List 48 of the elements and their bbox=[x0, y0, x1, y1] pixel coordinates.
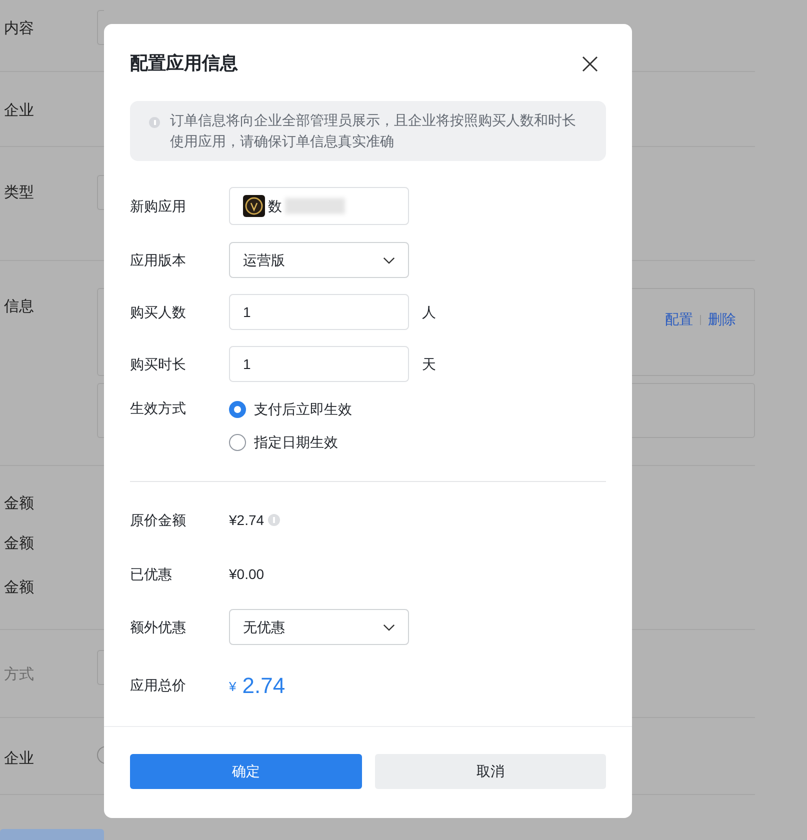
form-label: 生效方式 bbox=[130, 399, 187, 418]
number-input[interactable]: 1 bbox=[229, 294, 409, 330]
form-label: 新购应用 bbox=[130, 196, 187, 216]
radio-button[interactable] bbox=[229, 401, 246, 418]
form-label: 内容 bbox=[3, 19, 34, 39]
total-price: 2.74 bbox=[242, 672, 286, 700]
radio-button[interactable] bbox=[229, 434, 246, 451]
form-label: 信息 bbox=[3, 297, 34, 317]
input-field[interactable] bbox=[97, 175, 104, 210]
currency-symbol: ¥ bbox=[229, 678, 236, 696]
form-label: 企业 bbox=[3, 749, 34, 769]
form-label: 原价金额 bbox=[130, 510, 187, 530]
form-label: 金额 bbox=[3, 494, 34, 514]
redaction-blur bbox=[285, 198, 345, 214]
form-label: 额外优惠 bbox=[130, 618, 187, 636]
input-field[interactable] bbox=[97, 650, 104, 685]
unit-label: 天 bbox=[422, 354, 436, 374]
app-name: 数 bbox=[268, 196, 282, 216]
form-label: 已优惠 bbox=[130, 564, 173, 584]
form-label: 金额 bbox=[3, 578, 34, 598]
primary-button-partial[interactable] bbox=[0, 829, 104, 840]
unit-label: 人 bbox=[422, 302, 436, 322]
app-logo-icon bbox=[243, 195, 265, 217]
chevron-down-icon bbox=[383, 256, 395, 264]
cancel-button[interactable]: 取消 bbox=[374, 754, 606, 789]
info-icon bbox=[149, 117, 160, 128]
form-label: 企业 bbox=[3, 101, 34, 121]
form-label: 应用版本 bbox=[130, 250, 187, 270]
input-field[interactable] bbox=[97, 10, 104, 45]
price-value: ¥2.74 bbox=[229, 510, 264, 530]
select-field[interactable]: 运营版 bbox=[229, 242, 409, 278]
radio-label: 指定日期生效 bbox=[254, 433, 338, 452]
form-label: 金额 bbox=[3, 534, 34, 554]
price-value: ¥0.00 bbox=[229, 564, 264, 584]
form-label: 购买人数 bbox=[130, 302, 187, 322]
close-icon[interactable] bbox=[582, 56, 598, 72]
form-label: 类型 bbox=[3, 183, 34, 203]
select-field[interactable]: 无优惠 bbox=[229, 609, 409, 645]
chevron-down-icon bbox=[383, 624, 395, 630]
confirm-button[interactable]: 确定 bbox=[130, 754, 362, 789]
number-input[interactable]: 1 bbox=[229, 346, 409, 382]
dialog-title: 配置应用信息 bbox=[130, 52, 238, 75]
form-label: 购买时长 bbox=[130, 354, 187, 374]
info-icon bbox=[268, 514, 280, 526]
notice-text: 订单信息将向企业全部管理员展示，且企业将按照购买人数和时长使用应用，请确保订单信息真实准确 bbox=[170, 111, 577, 151]
radio-label: 支付后立即生效 bbox=[254, 400, 352, 419]
form-label: 方式 bbox=[3, 665, 34, 685]
form-label: 应用总价 bbox=[130, 676, 187, 694]
